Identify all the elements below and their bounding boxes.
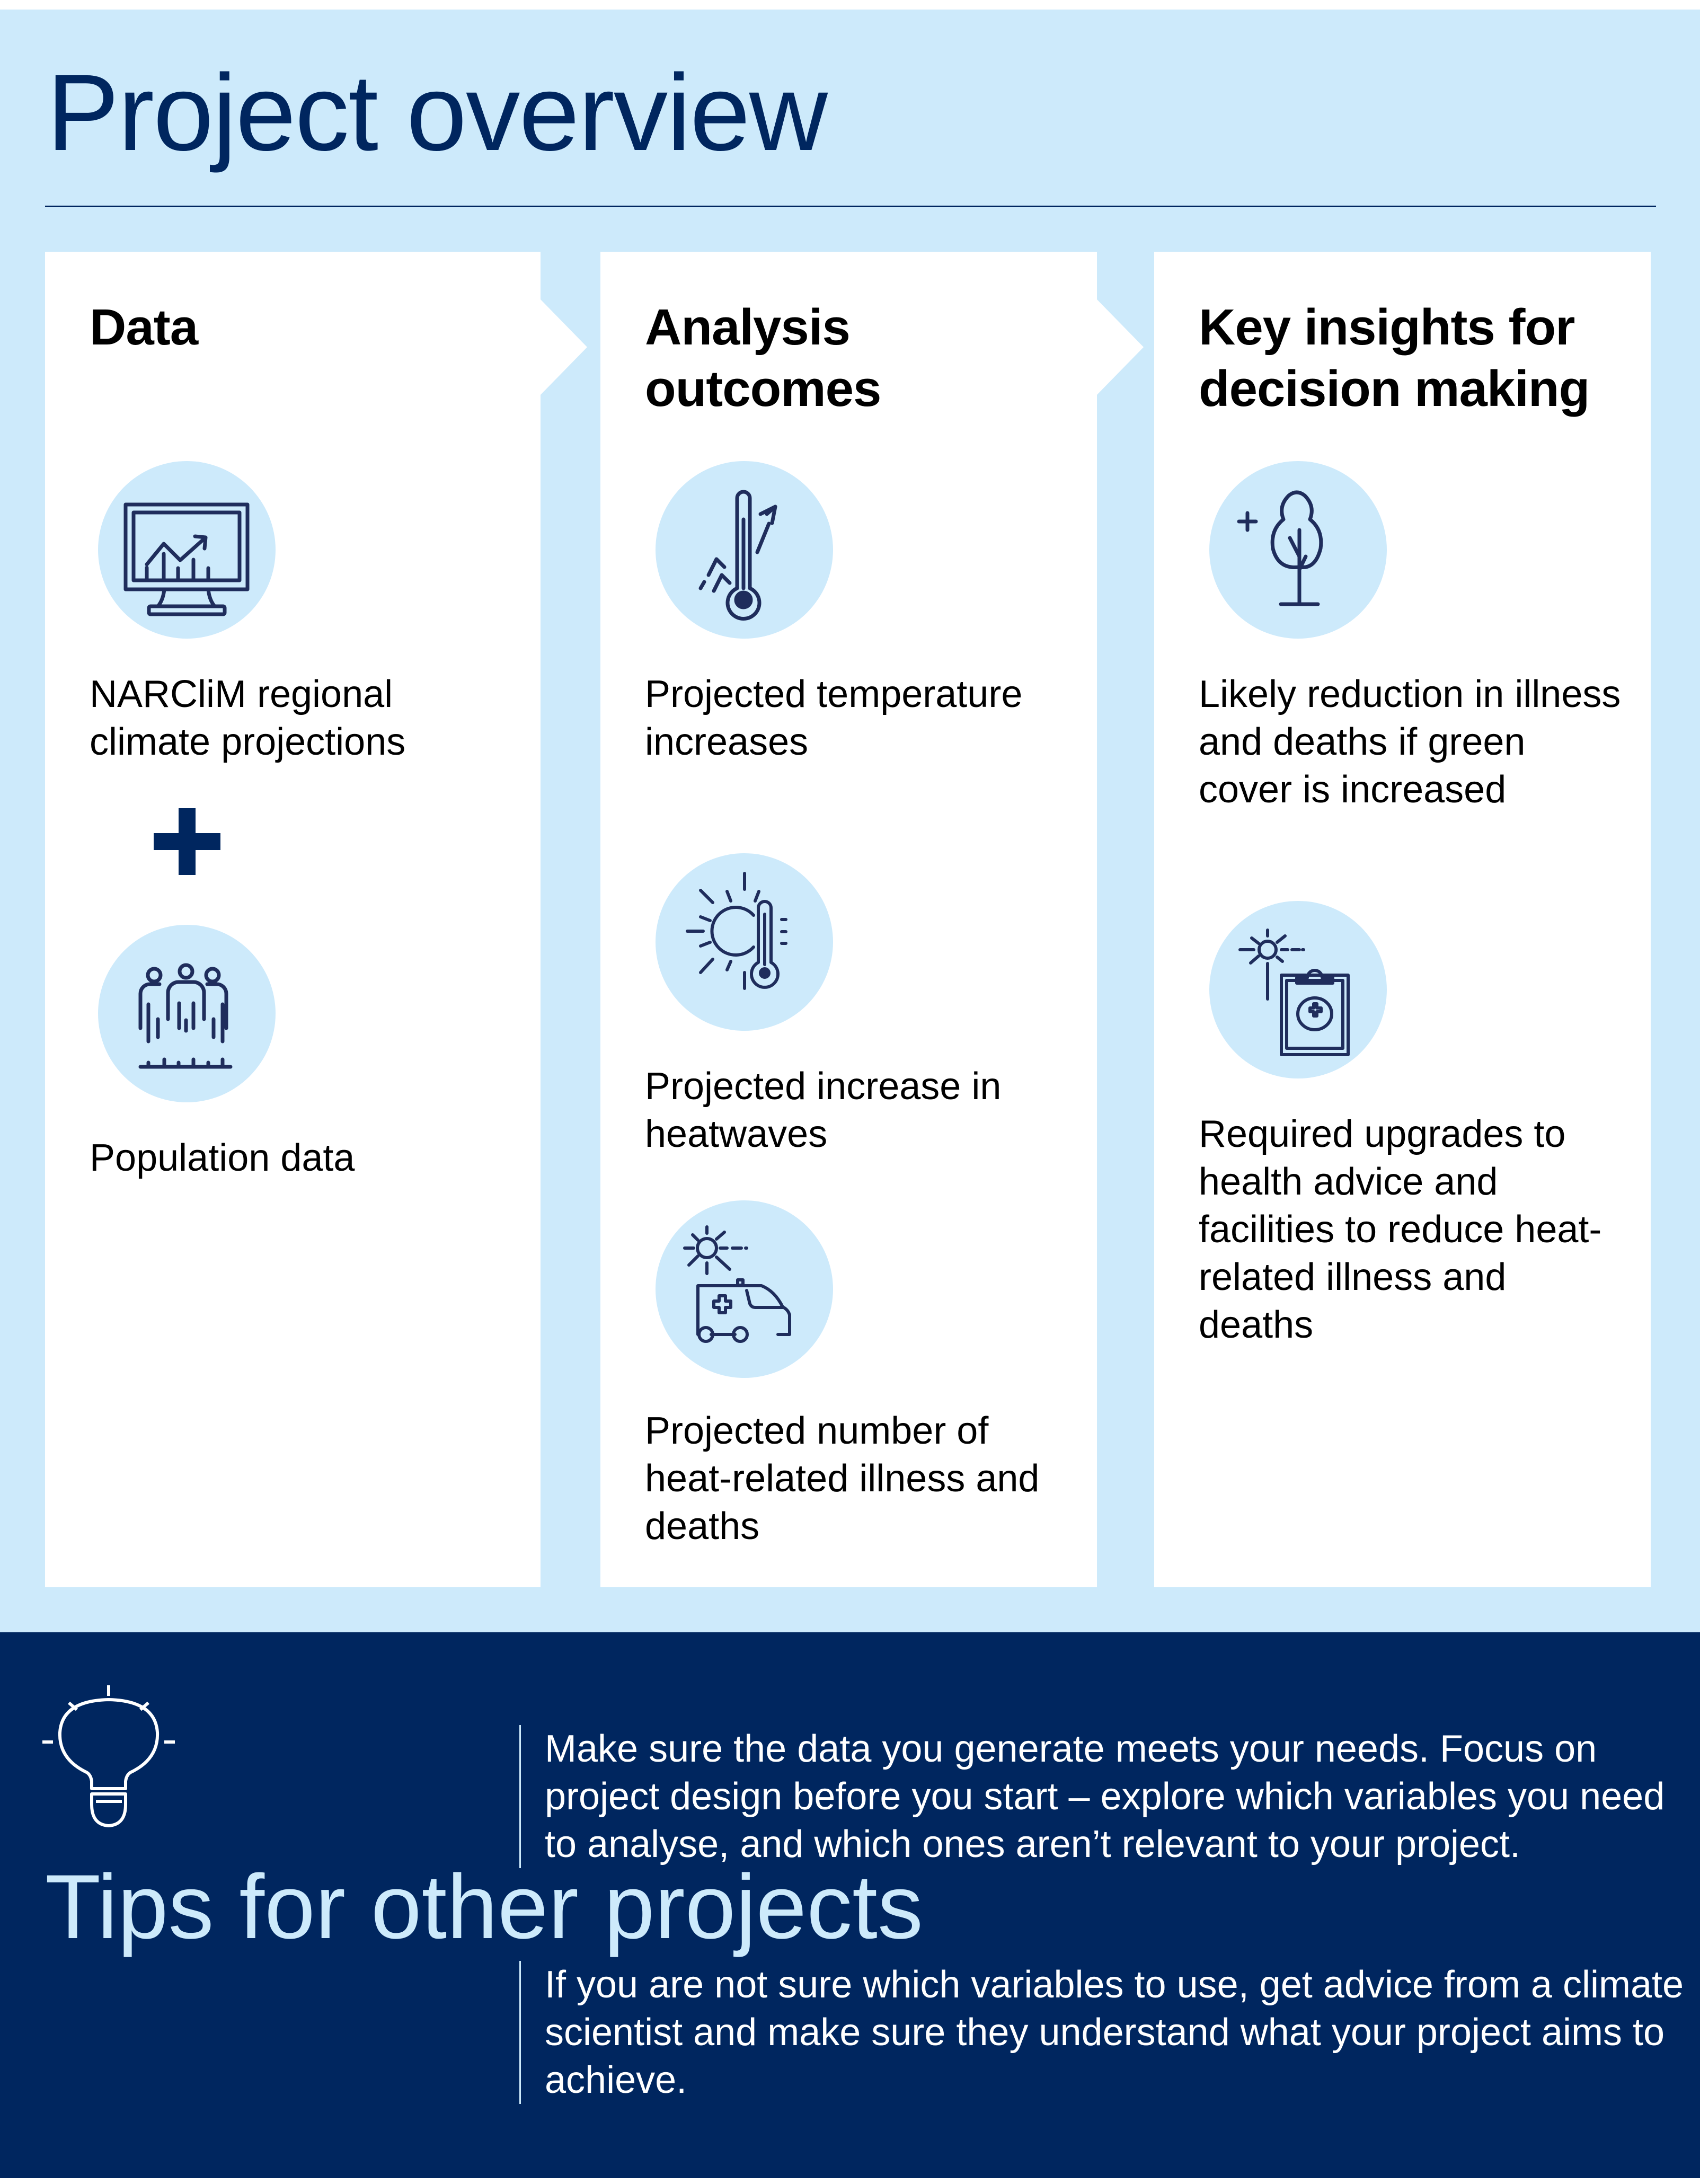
arrow-connector-icon — [1097, 299, 1144, 395]
analysis-column: Analysis outcomes Projected temperature … — [600, 252, 1097, 1587]
tip-text: If you are not sure which variables to u… — [545, 1964, 1684, 2101]
item-text: Likely reduction in illness and deaths i… — [1199, 673, 1621, 811]
key-insights-column: Key insights for decision making Likely … — [1154, 252, 1651, 1587]
column-title: Key insights for decision making — [1199, 299, 1590, 417]
item-text: Required upgrades to health advice and f… — [1199, 1113, 1602, 1346]
arrow-connector-icon — [541, 299, 587, 395]
item-text: NARCliM regional climate projections — [90, 673, 406, 763]
item-text: Projected increase in heatwaves — [645, 1065, 1002, 1155]
sun-ambulance-icon — [656, 1200, 833, 1378]
population-icon — [98, 925, 276, 1102]
tip-item: Make sure the data you generate meets yo… — [519, 1725, 1695, 1868]
tip-item: If you are not sure which variables to u… — [519, 1961, 1695, 2104]
tree-plus-icon — [1209, 461, 1387, 639]
item-text: Population data — [90, 1137, 355, 1179]
title-divider — [45, 206, 1656, 207]
column-title: Analysis outcomes — [645, 299, 881, 417]
plus-icon — [154, 808, 220, 875]
sun-thermometer-icon — [656, 853, 833, 1031]
data-column: Data NARCliM regional climate projection… — [45, 252, 541, 1587]
tip-text: Make sure the data you generate meets yo… — [545, 1728, 1665, 1865]
page-title: Project overview — [47, 52, 828, 173]
item-text: Projected number of heat-related illness… — [645, 1410, 1040, 1548]
monitor-chart-icon — [98, 461, 276, 639]
tips-title: Tips for other projects — [45, 1856, 923, 1958]
thermometer-rising-icon — [656, 461, 833, 639]
sun-medical-clipboard-icon — [1209, 901, 1387, 1078]
item-text: Projected temperature increases — [645, 673, 1023, 763]
lightbulb-icon — [42, 1685, 175, 1827]
column-title: Data — [90, 299, 198, 356]
